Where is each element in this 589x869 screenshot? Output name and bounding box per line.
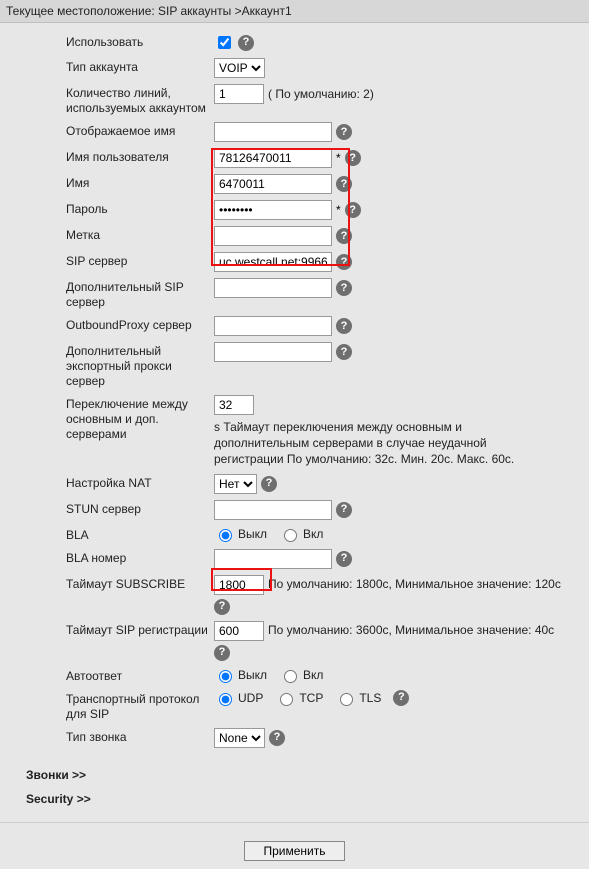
label-stun: STUN сервер [66,500,214,517]
help-icon[interactable]: ? [214,599,230,615]
label-autoanswer: Автоответ [66,667,214,684]
label-transport: Транспортный протокол для SIP [66,690,214,722]
autoanswer-on-label: Вкл [303,667,323,683]
tag-input[interactable] [214,226,332,246]
help-icon[interactable]: ? [393,690,409,706]
username-input[interactable] [214,148,332,168]
help-icon[interactable]: ? [269,730,285,746]
bla-on-radio[interactable] [284,529,297,542]
display-name-input[interactable] [214,122,332,142]
acct-type-select[interactable]: VOIP [214,58,265,78]
label-add-export: Дополнительный экспортный прокси сервер [66,342,214,389]
outbound-input[interactable] [214,316,332,336]
label-name: Имя [66,174,214,191]
help-icon[interactable]: ? [336,551,352,567]
use-checkbox[interactable] [218,36,231,49]
label-use: Использовать [66,33,214,50]
subscribe-hint: По умолчанию: 1800с, Минимальное значени… [268,576,561,592]
required-mark: * [336,150,341,166]
subscribe-input[interactable] [214,575,264,595]
required-mark: * [336,202,341,218]
help-icon[interactable]: ? [336,344,352,360]
label-sip-server: SIP сервер [66,252,214,269]
autoanswer-off-radio[interactable] [219,670,232,683]
switch-input[interactable] [214,395,254,415]
transport-tcp-label: TCP [299,690,323,706]
label-lines: Количество линий, используемых аккаунтом [66,84,214,116]
label-switch: Переключение между основным и доп. серве… [66,395,214,442]
transport-udp-label: UDP [238,690,263,706]
sip-reg-input[interactable] [214,621,264,641]
bla-on-label: Вкл [303,526,323,542]
ring-type-select[interactable]: None [214,728,265,748]
autoanswer-off-label: Выкл [238,667,267,683]
name-input[interactable] [214,174,332,194]
label-username: Имя пользователя [66,148,214,165]
bla-num-input[interactable] [214,549,332,569]
help-icon[interactable]: ? [336,254,352,270]
label-nat: Настройка NAT [66,474,214,491]
apply-button[interactable]: Применить [244,841,344,861]
section-calls[interactable]: Звонки >> [26,768,589,782]
label-outbound: OutboundProxy сервер [66,316,214,333]
transport-udp-radio[interactable] [219,693,232,706]
help-icon[interactable]: ? [336,124,352,140]
transport-tcp-radio[interactable] [280,693,293,706]
help-icon[interactable]: ? [336,280,352,296]
password-input[interactable] [214,200,332,220]
label-bla-num: BLA номер [66,549,214,566]
label-sip-reg: Таймаут SIP регистрации [66,621,214,638]
help-icon[interactable]: ? [345,202,361,218]
switch-hint: s Таймаут переключения между основным и … [214,419,534,468]
label-ring-type: Тип звонка [66,728,214,745]
transport-tls-label: TLS [359,690,381,706]
label-display-name: Отображаемое имя [66,122,214,139]
label-subscribe: Таймаут SUBSCRIBE [66,575,214,592]
help-icon[interactable]: ? [345,150,361,166]
add-export-input[interactable] [214,342,332,362]
sip-reg-hint: По умолчанию: 3600с, Минимальное значени… [268,622,554,638]
label-acct-type: Тип аккаунта [66,58,214,75]
transport-tls-radio[interactable] [340,693,353,706]
help-icon[interactable]: ? [336,228,352,244]
stun-input[interactable] [214,500,332,520]
autoanswer-on-radio[interactable] [284,670,297,683]
label-password: Пароль [66,200,214,217]
lines-hint: ( По умолчанию: 2) [268,86,374,102]
bla-off-radio[interactable] [219,529,232,542]
help-icon[interactable]: ? [336,502,352,518]
help-icon[interactable]: ? [261,476,277,492]
help-icon[interactable]: ? [214,645,230,661]
section-security[interactable]: Security >> [26,792,589,806]
help-icon[interactable]: ? [336,176,352,192]
lines-input[interactable] [214,84,264,104]
label-bla: BLA [66,526,214,543]
sip-account-form: Использовать ? Тип аккаунта VOIP Количес… [0,23,589,758]
help-icon[interactable]: ? [238,35,254,51]
add-sip-input[interactable] [214,278,332,298]
sip-server-input[interactable] [214,252,332,272]
nat-select[interactable]: Нет [214,474,257,494]
breadcrumb: Текущее местоположение: SIP аккаунты >Ак… [0,0,589,23]
help-icon[interactable]: ? [336,318,352,334]
bla-off-label: Выкл [238,526,267,542]
label-tag: Метка [66,226,214,243]
label-add-sip: Дополнительный SIP сервер [66,278,214,310]
